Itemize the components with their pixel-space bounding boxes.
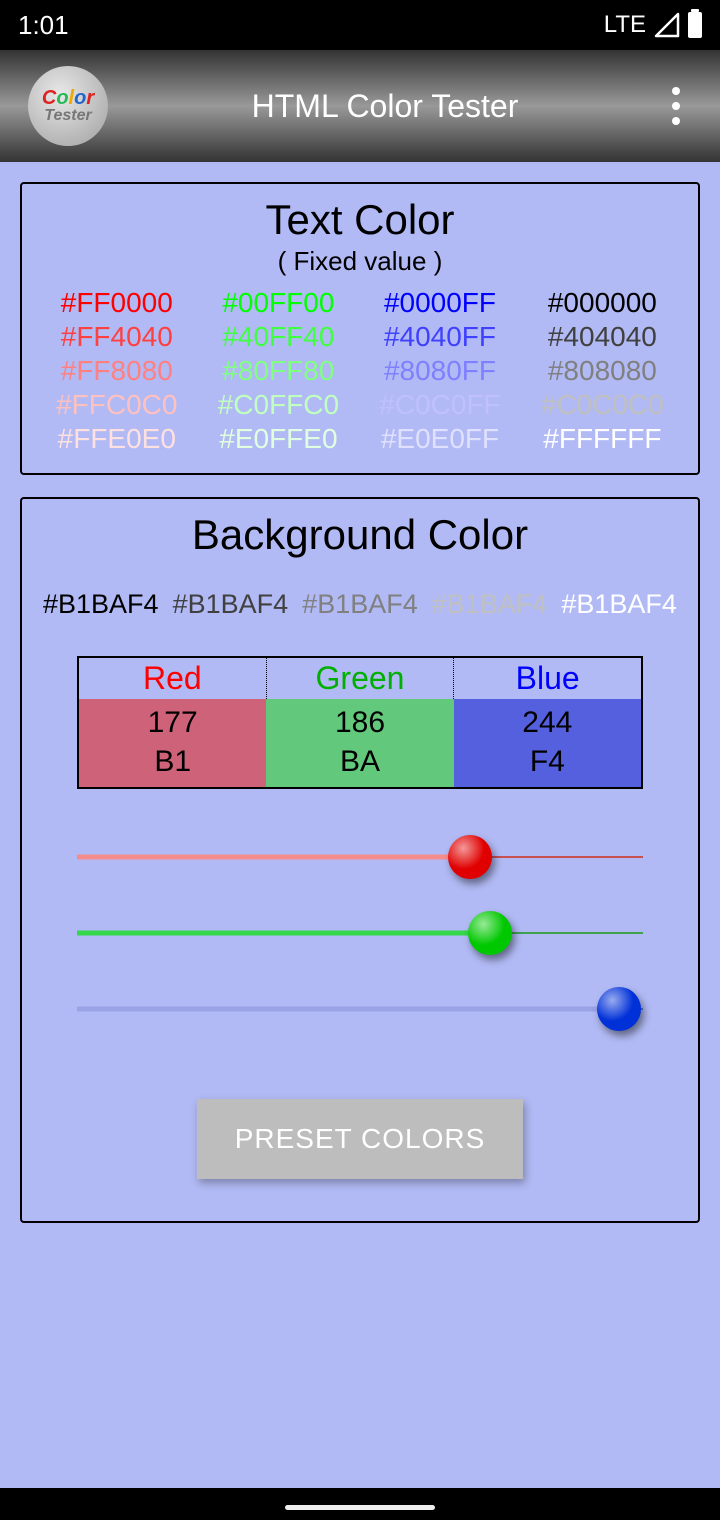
home-indicator[interactable] [285, 1505, 435, 1510]
background-color-panel: Background Color #B1BAF4#B1BAF4#B1BAF4#B… [20, 497, 700, 1223]
rgb-header-cell: Red [79, 658, 267, 699]
app-title: HTML Color Tester [78, 88, 692, 125]
slider-thumb[interactable] [597, 987, 641, 1031]
text-color-column: #000000#404040#808080#C0C0C0#FFFFFF [541, 287, 664, 455]
rgb-header: RedGreenBlue [79, 658, 641, 699]
text-color-title: Text Color [36, 196, 684, 244]
bg-hex-value: #B1BAF4 [561, 589, 677, 620]
slider-track-fill [77, 1007, 619, 1012]
preset-colors-button[interactable]: PRESET COLORS [197, 1099, 524, 1179]
slider-thumb[interactable] [468, 911, 512, 955]
text-color-swatch: #C0FFC0 [218, 389, 339, 421]
rgb-hex: BA [266, 742, 453, 781]
text-color-swatch: #C0C0FF [379, 389, 500, 421]
text-color-subtitle: ( Fixed value ) [36, 246, 684, 277]
green-slider[interactable] [77, 911, 643, 955]
text-color-swatch: #40FF40 [222, 321, 334, 353]
rgb-value-cell: 244F4 [454, 699, 641, 787]
battery-icon [688, 12, 702, 38]
text-color-swatch: #4040FF [384, 321, 496, 353]
text-color-swatch: #80FF80 [222, 355, 334, 387]
rgb-decimal: 244 [454, 703, 641, 742]
red-slider[interactable] [77, 835, 643, 879]
bg-hex-value: #B1BAF4 [302, 589, 418, 620]
rgb-decimal: 177 [79, 703, 266, 742]
text-color-swatch: #00FF00 [222, 287, 334, 319]
slider-track-rest [470, 856, 643, 858]
rgb-table: RedGreenBlue 177B1186BA244F4 [77, 656, 643, 789]
text-color-grid: #FF0000#FF4040#FF8080#FFC0C0#FFE0E0 #00FF… [36, 287, 684, 455]
overflow-menu-icon[interactable] [662, 77, 690, 135]
status-bar: 1:01 LTE [0, 0, 720, 50]
text-color-swatch: #FFE0E0 [58, 423, 176, 455]
status-right: LTE [604, 11, 702, 39]
text-color-swatch: #000000 [548, 287, 657, 319]
rgb-values: 177B1186BA244F4 [79, 699, 641, 787]
rgb-value-cell: 186BA [266, 699, 453, 787]
slider-thumb[interactable] [448, 835, 492, 879]
text-color-swatch: #FF8080 [61, 355, 173, 387]
text-color-swatch: #808080 [548, 355, 657, 387]
text-color-swatch: #E0FFE0 [219, 423, 337, 455]
nav-bar [0, 1488, 720, 1520]
rgb-header-cell: Blue [454, 658, 641, 699]
slider-track-rest [490, 932, 643, 934]
text-color-swatch: #FF4040 [61, 321, 173, 353]
rgb-value-cell: 177B1 [79, 699, 266, 787]
bg-hex-row: #B1BAF4 #B1BAF4 #B1BAF4 #B1BAF4 #B1BAF4 [36, 589, 684, 620]
signal-icon [654, 12, 680, 38]
status-time: 1:01 [18, 10, 69, 41]
rgb-decimal: 186 [266, 703, 453, 742]
sliders-group [77, 835, 643, 1031]
text-color-panel: Text Color ( Fixed value ) #FF0000#FF404… [20, 182, 700, 475]
status-network: LTE [604, 11, 646, 39]
rgb-hex: B1 [79, 742, 266, 781]
bg-hex-value: #B1BAF4 [43, 589, 159, 620]
bg-hex-value: #B1BAF4 [432, 589, 548, 620]
bg-color-title: Background Color [36, 511, 684, 559]
text-color-swatch: #FFC0C0 [56, 389, 177, 421]
text-color-swatch: #0000FF [384, 287, 496, 319]
text-color-swatch: #C0C0C0 [541, 389, 664, 421]
text-color-column: #00FF00#40FF40#80FF80#C0FFC0#E0FFE0 [218, 287, 339, 455]
bg-hex-value: #B1BAF4 [173, 589, 289, 620]
slider-track-fill [77, 855, 470, 860]
blue-slider[interactable] [77, 987, 643, 1031]
slider-track-fill [77, 931, 490, 936]
text-color-swatch: #8080FF [384, 355, 496, 387]
rgb-hex: F4 [454, 742, 641, 781]
text-color-column: #FF0000#FF4040#FF8080#FFC0C0#FFE0E0 [56, 287, 177, 455]
text-color-swatch: #FFFFFF [543, 423, 661, 455]
text-color-swatch: #404040 [548, 321, 657, 353]
rgb-header-cell: Green [267, 658, 455, 699]
text-color-swatch: #E0E0FF [381, 423, 499, 455]
text-color-column: #0000FF#4040FF#8080FF#C0C0FF#E0E0FF [379, 287, 500, 455]
text-color-swatch: #FF0000 [61, 287, 173, 319]
title-bar: Color Tester HTML Color Tester [0, 50, 720, 162]
